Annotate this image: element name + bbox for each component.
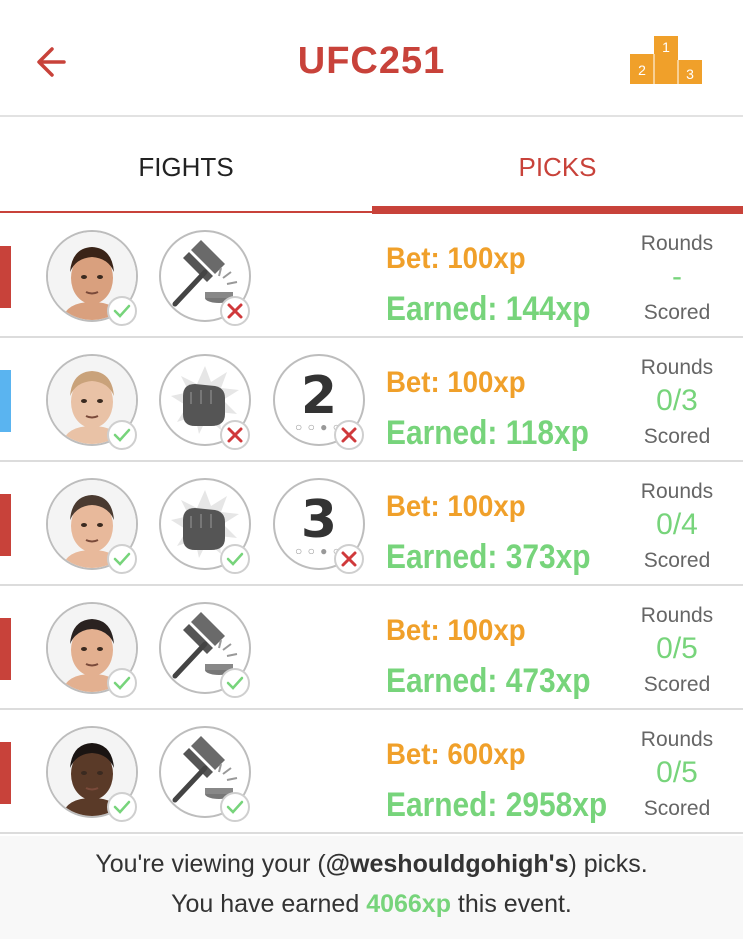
corner-indicator [0, 370, 11, 432]
cross-icon [220, 296, 250, 326]
rounds-label: Rounds [640, 728, 714, 751]
earned-amount: Earned: 2958xp [386, 786, 608, 824]
total-xp: 4066xp [366, 890, 451, 918]
rounds-label: Rounds [640, 232, 714, 255]
earned-amount: Earned: 373xp [386, 538, 591, 576]
earned-amount: Earned: 473xp [386, 662, 591, 700]
tab-active-indicator [372, 206, 743, 214]
podium-place-1: 1 [662, 39, 670, 55]
rounds-label: Rounds [640, 356, 714, 379]
check-icon [220, 544, 250, 574]
corner-indicator [0, 246, 11, 308]
viewing-prefix: You're viewing your ( [95, 850, 326, 878]
scored-label: Scored [643, 797, 711, 820]
summary-footer: You're viewing your (@weshouldgohigh's) … [0, 836, 743, 939]
tab-fights[interactable]: FIGHTS [0, 117, 372, 217]
pick-row[interactable]: Bet: 100xp Earned: 473xp Rounds 0/5 Scored [0, 588, 743, 710]
rounds-scored-value: - [672, 260, 682, 293]
leaderboard-button[interactable]: 2 1 3 [630, 36, 702, 86]
tab-picks[interactable]: PICKS [372, 117, 743, 217]
tab-bar: FIGHTS PICKS [0, 117, 743, 217]
scored-label: Scored [643, 425, 711, 448]
earned-suffix: this event. [450, 890, 572, 918]
check-icon [107, 544, 137, 574]
cross-icon [334, 420, 364, 450]
cross-icon [220, 420, 250, 450]
app-header: UFC251 2 1 3 [0, 0, 743, 117]
rounds-scored-value: 0/5 [656, 632, 698, 665]
podium-icon: 2 1 3 [630, 36, 702, 84]
bet-amount: Bet: 600xp [386, 738, 526, 771]
rounds-label: Rounds [640, 604, 714, 627]
pick-row[interactable]: Bet: 100xp Earned: 144xp Rounds - Scored [0, 216, 743, 338]
cross-icon [334, 544, 364, 574]
earned-amount: Earned: 144xp [386, 290, 591, 328]
bet-amount: Bet: 100xp [386, 242, 526, 275]
earned-amount: Earned: 118xp [386, 414, 589, 452]
check-icon [220, 668, 250, 698]
corner-indicator [0, 742, 11, 804]
check-icon [107, 420, 137, 450]
round-number: 2 [300, 366, 338, 426]
check-icon [220, 792, 250, 822]
rounds-scored-value: 0/4 [656, 508, 698, 541]
round-number: 3 [300, 490, 338, 550]
corner-indicator [0, 494, 11, 556]
pick-row[interactable]: Bet: 600xp Earned: 2958xp Rounds 0/5 Scored [0, 712, 743, 834]
viewing-suffix: ) picks. [568, 850, 648, 878]
rounds-scored-value: 0/3 [656, 384, 698, 417]
scored-label: Scored [643, 549, 711, 572]
earned-info: You have earned 4066xp this event. [0, 890, 743, 919]
bet-amount: Bet: 100xp [386, 366, 526, 399]
check-icon [107, 668, 137, 698]
username: @weshouldgohigh's [325, 850, 569, 878]
bet-amount: Bet: 100xp [386, 614, 526, 647]
viewing-info: You're viewing your (@weshouldgohigh's) … [0, 850, 743, 879]
earned-prefix: You have earned [171, 890, 367, 918]
bet-amount: Bet: 100xp [386, 490, 526, 523]
scored-label: Scored [643, 673, 711, 696]
check-icon [107, 792, 137, 822]
corner-indicator [0, 618, 11, 680]
pick-row[interactable]: 2 ○ ○ ● ○ Bet: 100xp Earned: 118xp Rounds 0/3… [0, 340, 743, 462]
podium-place-2: 2 [638, 62, 646, 78]
check-icon [107, 296, 137, 326]
podium-place-3: 3 [686, 66, 694, 82]
rounds-scored-value: 0/5 [656, 756, 698, 789]
pick-row[interactable]: 3 ○ ○ ● ○ Bet: 100xp Earned: 373xp Rounds 0/4… [0, 464, 743, 586]
scored-label: Scored [643, 301, 711, 324]
rounds-label: Rounds [640, 480, 714, 503]
